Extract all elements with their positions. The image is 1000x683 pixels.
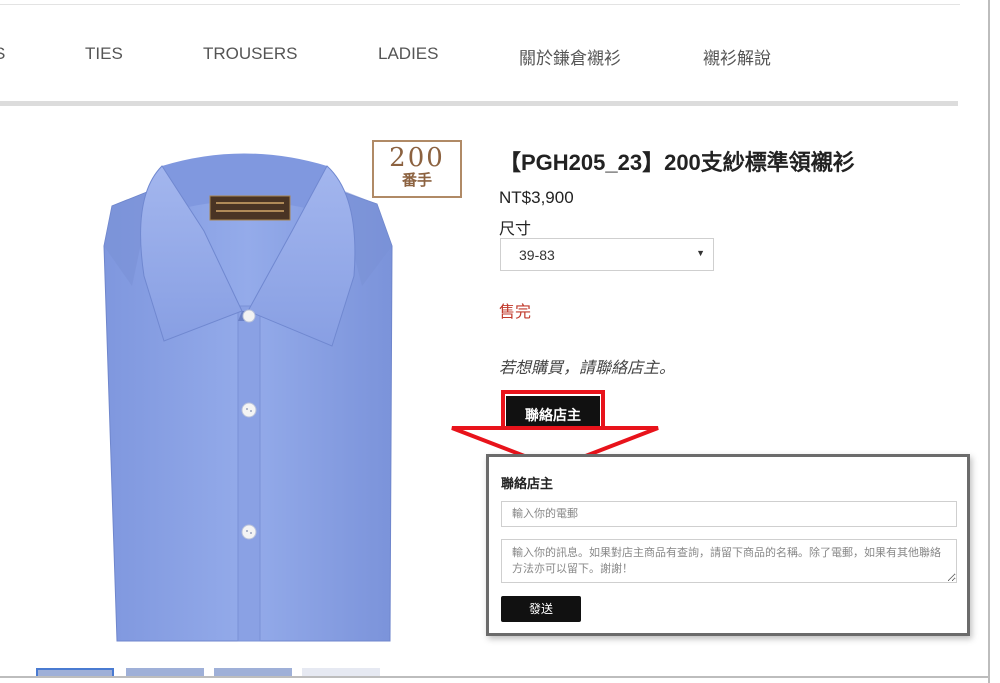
product-price: NT$3,900 — [499, 188, 574, 207]
frame-border-right — [988, 0, 990, 683]
nav-item-about[interactable]: 關於鎌倉襯衫 — [519, 44, 621, 69]
main-nav: S TIES TROUSERS LADIES 關於鎌倉襯衫 襯衫解說 — [0, 40, 960, 70]
nav-item-ladies[interactable]: LADIES — [378, 44, 438, 64]
contact-form-title: 聯絡店主 — [501, 476, 554, 491]
badge-label: 番手 — [401, 172, 432, 189]
chevron-down-icon: ▼ — [696, 248, 705, 258]
email-field[interactable] — [501, 501, 957, 527]
nav-item-shirt-guide[interactable]: 襯衫解說 — [703, 44, 771, 69]
nav-divider — [0, 101, 958, 106]
message-field[interactable] — [501, 539, 957, 583]
size-label: 尺寸 — [499, 221, 532, 238]
badge-number: 200 — [389, 143, 445, 173]
contact-form-panel: 聯絡店主 發送 — [486, 454, 970, 636]
nav-item-ties[interactable]: TIES — [85, 44, 123, 64]
nav-item-trousers[interactable]: TROUSERS — [203, 44, 297, 64]
product-image[interactable] — [92, 136, 467, 646]
sold-out-status: 售完 — [499, 304, 532, 321]
size-select[interactable]: 39-83 ▼ — [500, 238, 714, 271]
thread-count-badge: 200 番手 — [372, 140, 462, 198]
purchase-note: 若想購買，請聯絡店主。 — [499, 360, 676, 377]
nav-item-partial[interactable]: S — [0, 44, 5, 64]
frame-border-bottom — [0, 676, 990, 678]
send-button[interactable]: 發送 — [501, 596, 581, 622]
size-select-value: 39-83 — [519, 247, 555, 263]
product-title: 【PGH205_23】200支紗標準領襯衫 — [499, 150, 855, 175]
top-divider — [0, 4, 960, 5]
